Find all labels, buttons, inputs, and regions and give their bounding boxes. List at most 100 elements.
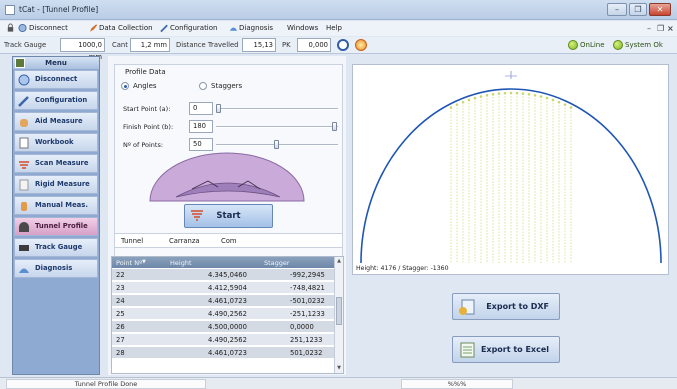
menu-disconnect[interactable]: Disconnect <box>29 24 68 32</box>
mdi-minimize-button[interactable]: – <box>647 24 651 33</box>
scan-point <box>485 93 489 97</box>
sidebar-header: Menu <box>13 57 99 69</box>
table-row[interactable]: 24 4.461,0723 -501,0232 <box>112 295 336 307</box>
menu-configuration[interactable]: Configuration <box>170 24 217 32</box>
table-row[interactable]: 23 4.412,5904 -748,4821 <box>112 282 336 294</box>
protractor-graphic <box>149 152 305 202</box>
staggers-radio[interactable]: Staggers <box>199 82 242 90</box>
sidebar-item-label: Manual Meas. <box>35 201 88 209</box>
slider-thumb[interactable] <box>274 140 279 149</box>
radio-empty-icon <box>199 82 207 90</box>
plot-readout: Height: 4176 / Stagger: -1360 <box>356 265 449 272</box>
start-point-slider[interactable] <box>216 104 338 113</box>
col-header-point[interactable]: Point Nº <box>116 259 142 267</box>
sidebar-item-scan-measure[interactable]: Scan Measure <box>14 154 98 173</box>
toolbar: Track Gauge 1000,0 mm Cant 1,2 mm Distan… <box>0 37 677 61</box>
start-button-label: Start <box>216 211 241 221</box>
menu-data-collection[interactable]: Data Collection <box>99 24 153 32</box>
system-ok-indicator: System Ok <box>613 40 663 50</box>
mdi-restore-button[interactable]: ❐ <box>657 24 664 33</box>
menu-help[interactable]: Help <box>326 24 342 32</box>
points-input[interactable]: 50 <box>189 138 213 151</box>
distance-label: Distance Travelled <box>176 41 239 49</box>
export-excel-label: Export to Excel <box>480 345 549 354</box>
close-button[interactable]: ✕ <box>649 3 671 16</box>
table-row[interactable]: 28 4.461,0723 501,0232 <box>112 347 336 359</box>
status-progress: %%% <box>401 379 513 389</box>
scan-point <box>479 95 483 98</box>
profile-panel: Profile Data Angles Staggers Start Point… <box>108 56 346 375</box>
scan-icon <box>19 161 29 169</box>
sidebar-item-label: Rigid Measure <box>35 180 90 188</box>
sidebar-item-track-gauge[interactable]: Track Gauge <box>14 238 98 257</box>
slider-thumb[interactable] <box>332 122 337 131</box>
sidebar-item-label: Configuration <box>35 96 88 104</box>
scan-point <box>461 100 465 104</box>
track-gauge-icon <box>19 245 29 251</box>
sidebar-header-label: Menu <box>45 59 67 67</box>
minus-circle-icon[interactable] <box>337 39 349 51</box>
sidebar-item-rigid-measure[interactable]: Rigid Measure <box>14 175 98 194</box>
diagnosis-icon <box>19 268 29 273</box>
start-button[interactable]: Start <box>184 204 273 228</box>
sidebar-item-workbook-meas[interactable]: Workbook Meas. <box>14 133 98 163</box>
track-gauge-field: 1000,0 mm <box>60 38 105 61</box>
scan-point <box>521 92 525 95</box>
menu-diagnosis[interactable]: Diagnosis <box>239 24 273 32</box>
tunnel-type: Tunnel <box>121 237 144 245</box>
sun-icon[interactable] <box>355 39 367 51</box>
scan-point <box>503 91 507 95</box>
sidebar-item-diagnosis[interactable]: Diagnosis <box>14 259 98 278</box>
table-row[interactable]: 22 4.345,0460 -992,2945 <box>112 269 336 281</box>
minimize-button[interactable]: – <box>607 3 627 16</box>
col-header-stagger[interactable]: Stagger <box>264 259 290 267</box>
sidebar-item-manual-meas[interactable]: Manual Meas. <box>14 196 98 215</box>
system-ok-light-icon <box>613 40 623 50</box>
table-row[interactable]: 27 4.490,2562 251,1233 <box>112 334 336 346</box>
sidebar-item-disconnect[interactable]: Disconnect <box>14 70 98 89</box>
sidebar-item-configuration[interactable]: Configuration <box>14 91 98 110</box>
scan-point <box>533 93 537 97</box>
points-slider[interactable] <box>216 140 338 149</box>
table-scrollbar[interactable]: ▲ ▼ <box>334 257 343 373</box>
start-point-label: Start Point (a): <box>123 105 171 113</box>
cant-field: 1,2 mm <box>130 38 170 52</box>
mdi-close-button[interactable]: × <box>667 24 674 33</box>
cell-height: 4.345,0460 <box>208 271 247 279</box>
col-header-height[interactable]: Height <box>170 259 192 267</box>
table-row[interactable]: 25 4.490,2562 -251,1233 <box>112 308 336 320</box>
finish-point-input[interactable]: 180 <box>189 120 213 133</box>
scan-point <box>539 95 543 98</box>
sidebar-item-label: Track Gauge <box>35 243 83 251</box>
angles-radio[interactable]: Angles <box>121 82 157 90</box>
scan-point <box>449 106 453 109</box>
cell-stagger: -251,1233 <box>290 310 325 318</box>
scroll-down-icon[interactable]: ▼ <box>335 364 343 373</box>
slider-thumb[interactable] <box>216 104 221 113</box>
scroll-up-icon[interactable]: ▲ <box>335 257 343 266</box>
restore-button[interactable]: ❐ <box>629 3 647 16</box>
menu-icon <box>15 58 25 68</box>
hand-icon <box>20 119 28 127</box>
table-row[interactable]: 26 4.500,0000 0,0000 <box>112 321 336 333</box>
scan-point <box>563 103 567 106</box>
online-indicator: OnLine <box>568 40 605 50</box>
title-bar: tCat - [Tunnel Profile] – ❐ ✕ <box>0 0 677 20</box>
export-excel-button[interactable]: Export to Excel <box>452 336 560 363</box>
rigid-measure-icon <box>19 179 29 191</box>
sidebar-item-label: Scan Measure <box>35 159 89 167</box>
track-gauge-label: Track Gauge <box>4 41 47 49</box>
points-table[interactable]: Point Nº ▼ Height Stagger 22 4.345,0460 -9… <box>111 256 344 374</box>
profile-plot[interactable]: Height: 4176 / Stagger: -1360 <box>352 64 669 275</box>
staggers-label: Staggers <box>211 82 243 90</box>
scroll-thumb[interactable] <box>336 297 342 325</box>
sidebar-item-tunnel-profile[interactable]: Tunnel Profile <box>14 217 98 236</box>
finish-point-slider[interactable] <box>216 122 338 131</box>
cell-height: 4.500,0000 <box>208 323 247 331</box>
cell-point: 24 <box>116 297 125 305</box>
start-point-input[interactable]: 0 <box>189 102 213 115</box>
scan-point <box>545 96 549 100</box>
menu-windows[interactable]: Windows <box>287 24 318 32</box>
sidebar-item-aid-measure[interactable]: Aid Measure <box>14 112 98 131</box>
export-dxf-button[interactable]: Export to DXF <box>452 293 560 320</box>
